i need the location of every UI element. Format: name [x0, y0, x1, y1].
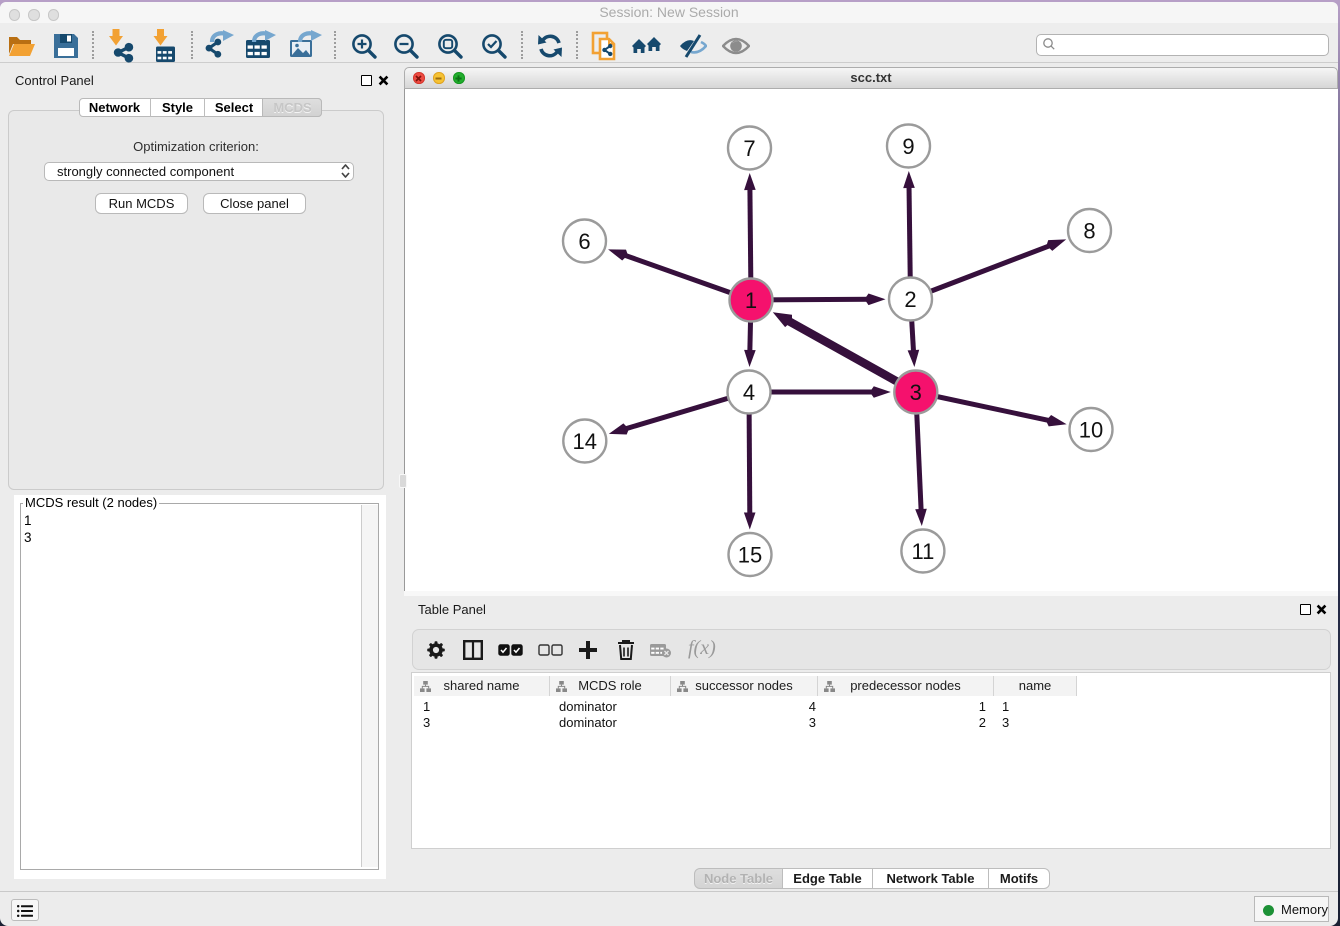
svg-text:4: 4 — [743, 380, 755, 405]
svg-text:10: 10 — [1079, 417, 1103, 442]
svg-text:8: 8 — [1083, 218, 1095, 243]
svg-text:1: 1 — [745, 288, 757, 313]
svg-text:3: 3 — [910, 380, 922, 405]
svg-text:2: 2 — [904, 287, 916, 312]
svg-text:9: 9 — [902, 134, 914, 159]
svg-text:11: 11 — [911, 539, 934, 564]
svg-text:6: 6 — [578, 229, 590, 254]
svg-text:14: 14 — [573, 429, 597, 454]
svg-text:15: 15 — [738, 542, 762, 567]
svg-text:7: 7 — [743, 136, 755, 161]
